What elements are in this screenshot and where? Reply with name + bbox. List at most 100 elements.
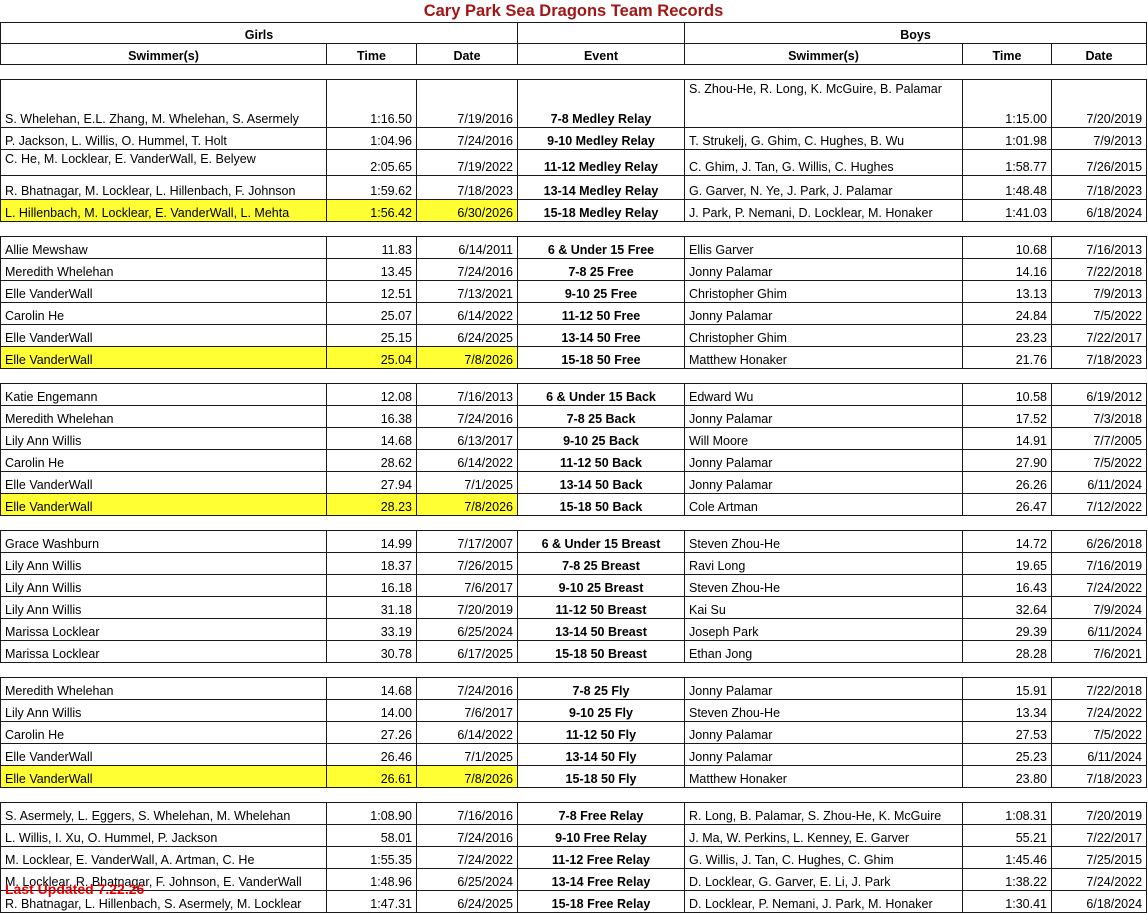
boys-swimmers: D. Locklear, P. Nemani, J. Park, M. Hona… xyxy=(684,890,963,913)
boys-swimmers: S. Zhou-He, R. Long, K. McGuire, B. Pala… xyxy=(684,79,963,128)
event-name: 13-14 Free Relay xyxy=(517,868,685,891)
boys-swimmers: Jonny Palamar xyxy=(684,743,963,766)
girls-time: 1:16.50 xyxy=(326,79,417,128)
boys-time: 13.13 xyxy=(962,280,1052,303)
girls-time: 1:48.96 xyxy=(326,868,417,891)
spacer-cell xyxy=(326,787,417,803)
girls-time: 1:56.42 xyxy=(326,199,417,222)
boys-date: 7/22/2017 xyxy=(1050,824,1148,847)
spacer-cell xyxy=(0,662,327,678)
boys-time: 27.53 xyxy=(962,721,1052,744)
girls-date: 6/14/2011 xyxy=(416,236,518,259)
record-row: Marissa Locklear 30.78 6/17/2025 15-18 50 B… xyxy=(0,640,1148,663)
record-row: Marissa Locklear 33.19 6/25/2024 13-14 50 B… xyxy=(0,618,1148,641)
boys-time: 1:41.03 xyxy=(962,199,1052,222)
girls-date: 6/13/2017 xyxy=(416,427,518,450)
boys-swimmers: Steven Zhou-He xyxy=(684,530,963,553)
girls-time: 26.61 xyxy=(326,765,417,788)
spacer-cell xyxy=(1051,368,1147,384)
boys-date: 7/6/2021 xyxy=(1050,640,1148,663)
event-name: 13-14 50 Fly xyxy=(517,743,685,766)
section-spacer xyxy=(0,662,1147,678)
event-name: 9-10 Medley Relay xyxy=(517,127,685,150)
girls-date-header: Date xyxy=(416,43,518,65)
spacer-cell xyxy=(416,515,518,531)
event-name: 11-12 50 Fly xyxy=(517,721,685,744)
girls-swimmers: Elle VanderWall xyxy=(0,280,327,303)
record-row: R. Bhatnagar, L. Hillenbach, S. Asermely… xyxy=(0,890,1148,913)
boys-date: 7/20/2019 xyxy=(1050,802,1148,825)
boys-swimmers: R. Long, B. Palamar, S. Zhou-He, K. McGu… xyxy=(684,802,963,825)
girls-date: 7/24/2016 xyxy=(416,258,518,281)
boys-swimmers: C. Ghim, J. Tan, G. Willis, C. Hughes xyxy=(684,149,963,176)
girls-date: 6/14/2022 xyxy=(416,449,518,472)
girls-swimmers: Marissa Locklear xyxy=(0,640,327,663)
boys-date: 7/5/2022 xyxy=(1050,721,1148,744)
section-spacer xyxy=(0,515,1147,531)
boys-swimmers: Ethan Jong xyxy=(684,640,963,663)
boys-time: 26.47 xyxy=(962,493,1052,516)
gender-header-row: Girls Boys xyxy=(0,22,1148,44)
girls-time: 26.46 xyxy=(326,743,417,766)
boys-date: 7/7/2005 xyxy=(1050,427,1148,450)
spacer-cell xyxy=(684,662,963,678)
event-name: 6 & Under 15 Breast xyxy=(517,530,685,553)
girls-swimmers: Lily Ann Willis xyxy=(0,574,327,597)
spacer-cell xyxy=(0,787,327,803)
girls-date: 6/30/2026 xyxy=(416,199,518,222)
event-name: 15-18 50 Back xyxy=(517,493,685,516)
page-title: Cary Park Sea Dragons Team Records xyxy=(423,2,724,20)
boys-swimmers: Jonny Palamar xyxy=(684,449,963,472)
record-row: P. Jackson, L. Willis, O. Hummel, T. Hol… xyxy=(0,127,1148,150)
girls-swimmers: Lily Ann Willis xyxy=(0,596,327,619)
girls-time: 28.23 xyxy=(326,493,417,516)
spacer-cell xyxy=(684,64,963,80)
boys-date: 7/22/2017 xyxy=(1050,324,1148,347)
record-row: Allie Mewshaw 11.83 6/14/2011 6 & Under 15 … xyxy=(0,236,1148,259)
record-row: Grace Washburn 14.99 7/17/2007 6 & Under 15… xyxy=(0,530,1148,553)
spacer-cell xyxy=(326,221,417,237)
spacer-cell xyxy=(962,64,1052,80)
girls-date: 7/16/2013 xyxy=(416,383,518,406)
girls-date: 6/25/2024 xyxy=(416,868,518,891)
event-name: 7-8 25 Fly xyxy=(517,677,685,700)
spacer-cell xyxy=(517,662,685,678)
record-row: M. Locklear, R. Bhatnagar, F. Johnson, E… xyxy=(0,868,1148,891)
boys-time: 1:15.00 xyxy=(962,79,1052,128)
girls-time: 33.19 xyxy=(326,618,417,641)
boys-time: 17.52 xyxy=(962,405,1052,428)
spacer-cell xyxy=(326,368,417,384)
record-row: R. Bhatnagar, M. Locklear, L. Hillenbach… xyxy=(0,175,1148,200)
event-name: 6 & Under 15 Back xyxy=(517,383,685,406)
spacer-cell xyxy=(416,221,518,237)
boys-swimmers: Jonny Palamar xyxy=(684,302,963,325)
boys-time: 1:30.41 xyxy=(962,890,1052,913)
boys-swimmers: Ellis Garver xyxy=(684,236,963,259)
record-row: Elle VanderWall 25.15 6/24/2025 13-14 50 Fr… xyxy=(0,324,1148,347)
girls-header: Girls xyxy=(0,22,518,44)
girls-time: 14.99 xyxy=(326,530,417,553)
record-row: Carolin He 27.26 6/14/2022 11-12 50 Fly Jonn… xyxy=(0,721,1148,744)
spacer-cell xyxy=(684,368,963,384)
record-row: L. Willis, I. Xu, O. Hummel, P. Jackson 5… xyxy=(0,824,1148,847)
record-row: Meredith Whelehan 14.68 7/24/2016 7-8 25 Fl… xyxy=(0,677,1148,700)
girls-time: 14.68 xyxy=(326,677,417,700)
girls-date: 7/24/2016 xyxy=(416,677,518,700)
boys-swimmers: Joseph Park xyxy=(684,618,963,641)
record-row: Lily Ann Willis 14.68 6/13/2017 9-10 25 Bac… xyxy=(0,427,1148,450)
girls-swimmers: Meredith Whelehan xyxy=(0,677,327,700)
boys-date: 7/26/2015 xyxy=(1050,149,1148,176)
girls-time: 2:05.65 xyxy=(326,149,417,176)
boys-time: 19.65 xyxy=(962,552,1052,575)
girls-swimmers: P. Jackson, L. Willis, O. Hummel, T. Hol… xyxy=(0,127,327,150)
boys-time: 28.28 xyxy=(962,640,1052,663)
boys-date: 7/18/2023 xyxy=(1050,346,1148,369)
boys-swimmers: Jonny Palamar xyxy=(684,258,963,281)
record-row: Meredith Whelehan 16.38 7/24/2016 7-8 25 Ba… xyxy=(0,405,1148,428)
spacer-cell xyxy=(1051,515,1147,531)
event-name: 9-10 Free Relay xyxy=(517,824,685,847)
girls-date: 7/8/2026 xyxy=(416,765,518,788)
column-header-row: Swimmer(s) Time Date Event Swimmer(s) Ti… xyxy=(0,43,1148,65)
girls-time: 11.83 xyxy=(326,236,417,259)
girls-swimmers: Marissa Locklear xyxy=(0,618,327,641)
